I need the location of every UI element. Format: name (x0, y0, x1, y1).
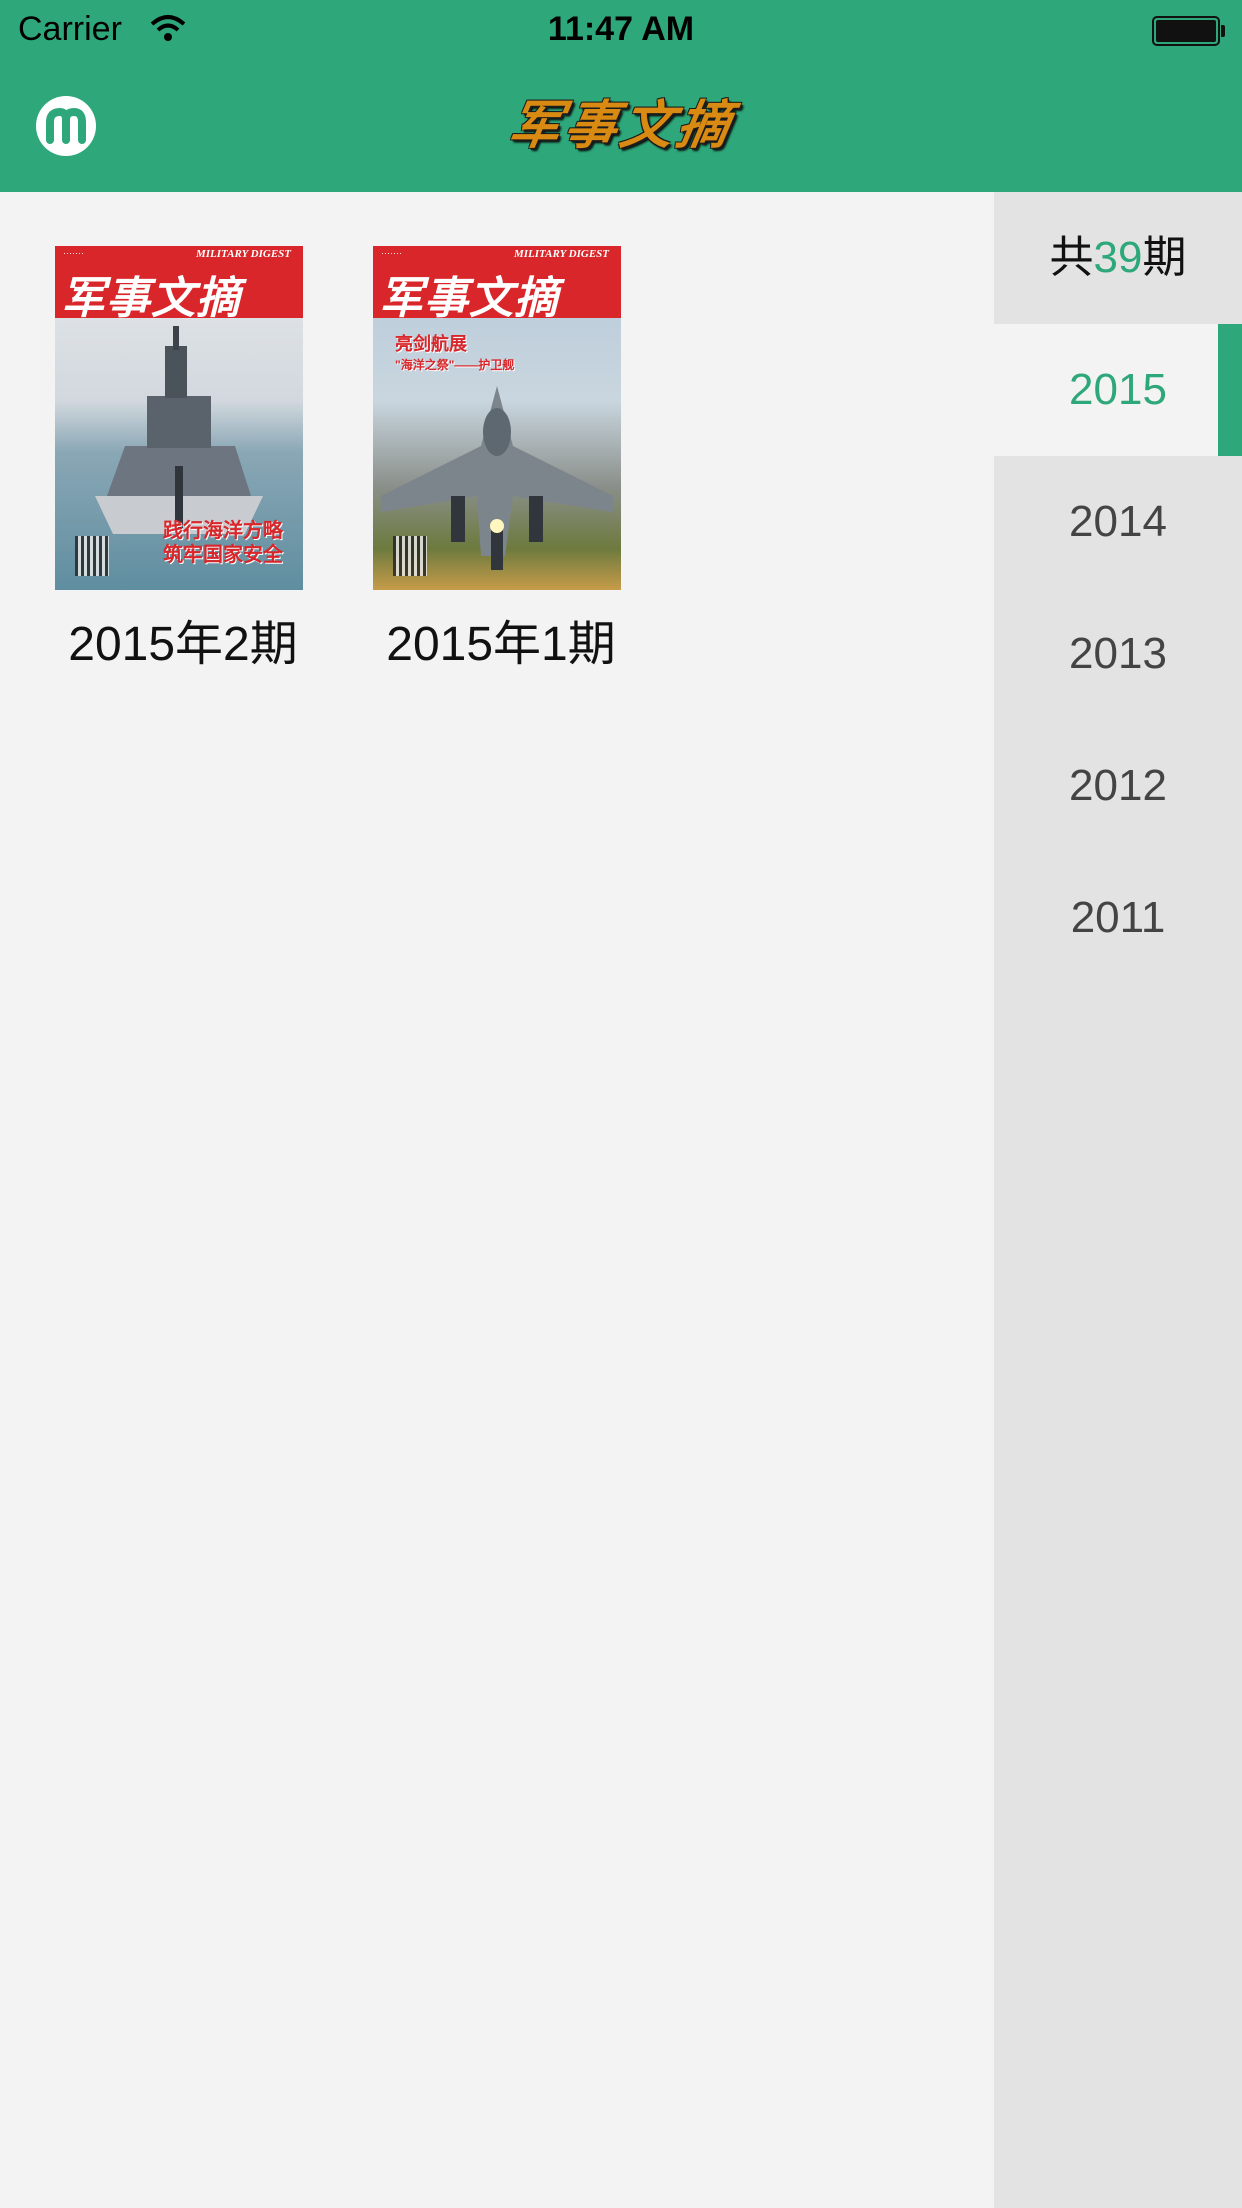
battery-icon (1152, 16, 1220, 46)
issue-cover-image[interactable]: ······· MILITARY DIGEST 军事文摘 02 2015 践行海… (55, 246, 303, 590)
year-label: 2011 (1070, 893, 1166, 942)
cover-masthead: 军事文摘 (61, 274, 241, 323)
app-header: Carrier 11:47 AM 军事文摘 (0, 0, 1242, 192)
app-logo-icon (46, 107, 86, 144)
cover-tagline: ······· (381, 248, 402, 258)
cover-number: 02 (281, 286, 297, 303)
qr-code (393, 536, 427, 576)
cover-masthead: 军事文摘 (379, 274, 559, 323)
issue-title[interactable]: 2015年2期 (55, 604, 311, 674)
year-item-2011[interactable]: 2011 (994, 852, 1242, 984)
year-item-2012[interactable]: 2012 (994, 720, 1242, 852)
issue-count: 共39期 (994, 192, 1242, 324)
count-suffix: 期 (1142, 233, 1187, 282)
brand-logo: 军事文摘 (504, 98, 739, 155)
warship-illustration (95, 326, 263, 534)
issue-cover-image[interactable]: ······· MILITARY DIGEST 军事文摘 01 2015 亮剑航… (373, 246, 621, 590)
app-menu-button[interactable] (36, 96, 96, 156)
battery-tip (1221, 25, 1225, 37)
status-bar: Carrier 11:47 AM (0, 0, 1242, 62)
cover-tagline: ······· (63, 248, 84, 258)
cover-year: 2015 (589, 306, 613, 320)
cover-headline-2: "海洋之祭"——护卫舰 (395, 358, 515, 372)
cover-headline-1: 亮剑航展 (395, 334, 467, 354)
issue-card[interactable]: ······· MILITARY DIGEST 军事文摘 01 2015 亮剑航… (373, 246, 621, 674)
year-sidebar: 共39期 2015 2014 2013 2012 2011 (994, 192, 1242, 2208)
count-prefix: 共 (1049, 233, 1094, 282)
issue-title[interactable]: 2015年1期 (373, 604, 629, 674)
cover-year: 2015 (271, 306, 295, 320)
selected-indicator (1218, 324, 1242, 456)
year-label: 2013 (1069, 629, 1167, 678)
year-label: 2014 (1069, 497, 1167, 546)
year-label: 2015 (1069, 365, 1167, 414)
year-item-2015[interactable]: 2015 (994, 324, 1242, 456)
issue-grid: ······· MILITARY DIGEST 军事文摘 02 2015 践行海… (0, 192, 994, 2208)
cover-number: 01 (599, 286, 615, 303)
status-time: 11:47 AM (547, 10, 695, 48)
count-number: 39 (1093, 233, 1143, 282)
cover-headline-2: 筑牢国家安全 (163, 544, 283, 566)
cover-subtitle: MILITARY DIGEST (513, 248, 609, 260)
year-item-2013[interactable]: 2013 (994, 588, 1242, 720)
issue-card[interactable]: ······· MILITARY DIGEST 军事文摘 02 2015 践行海… (55, 246, 303, 674)
qr-code (75, 536, 109, 576)
cover-subtitle: MILITARY DIGEST (195, 248, 291, 260)
year-item-2014[interactable]: 2014 (994, 456, 1242, 588)
year-label: 2012 (1069, 761, 1167, 810)
